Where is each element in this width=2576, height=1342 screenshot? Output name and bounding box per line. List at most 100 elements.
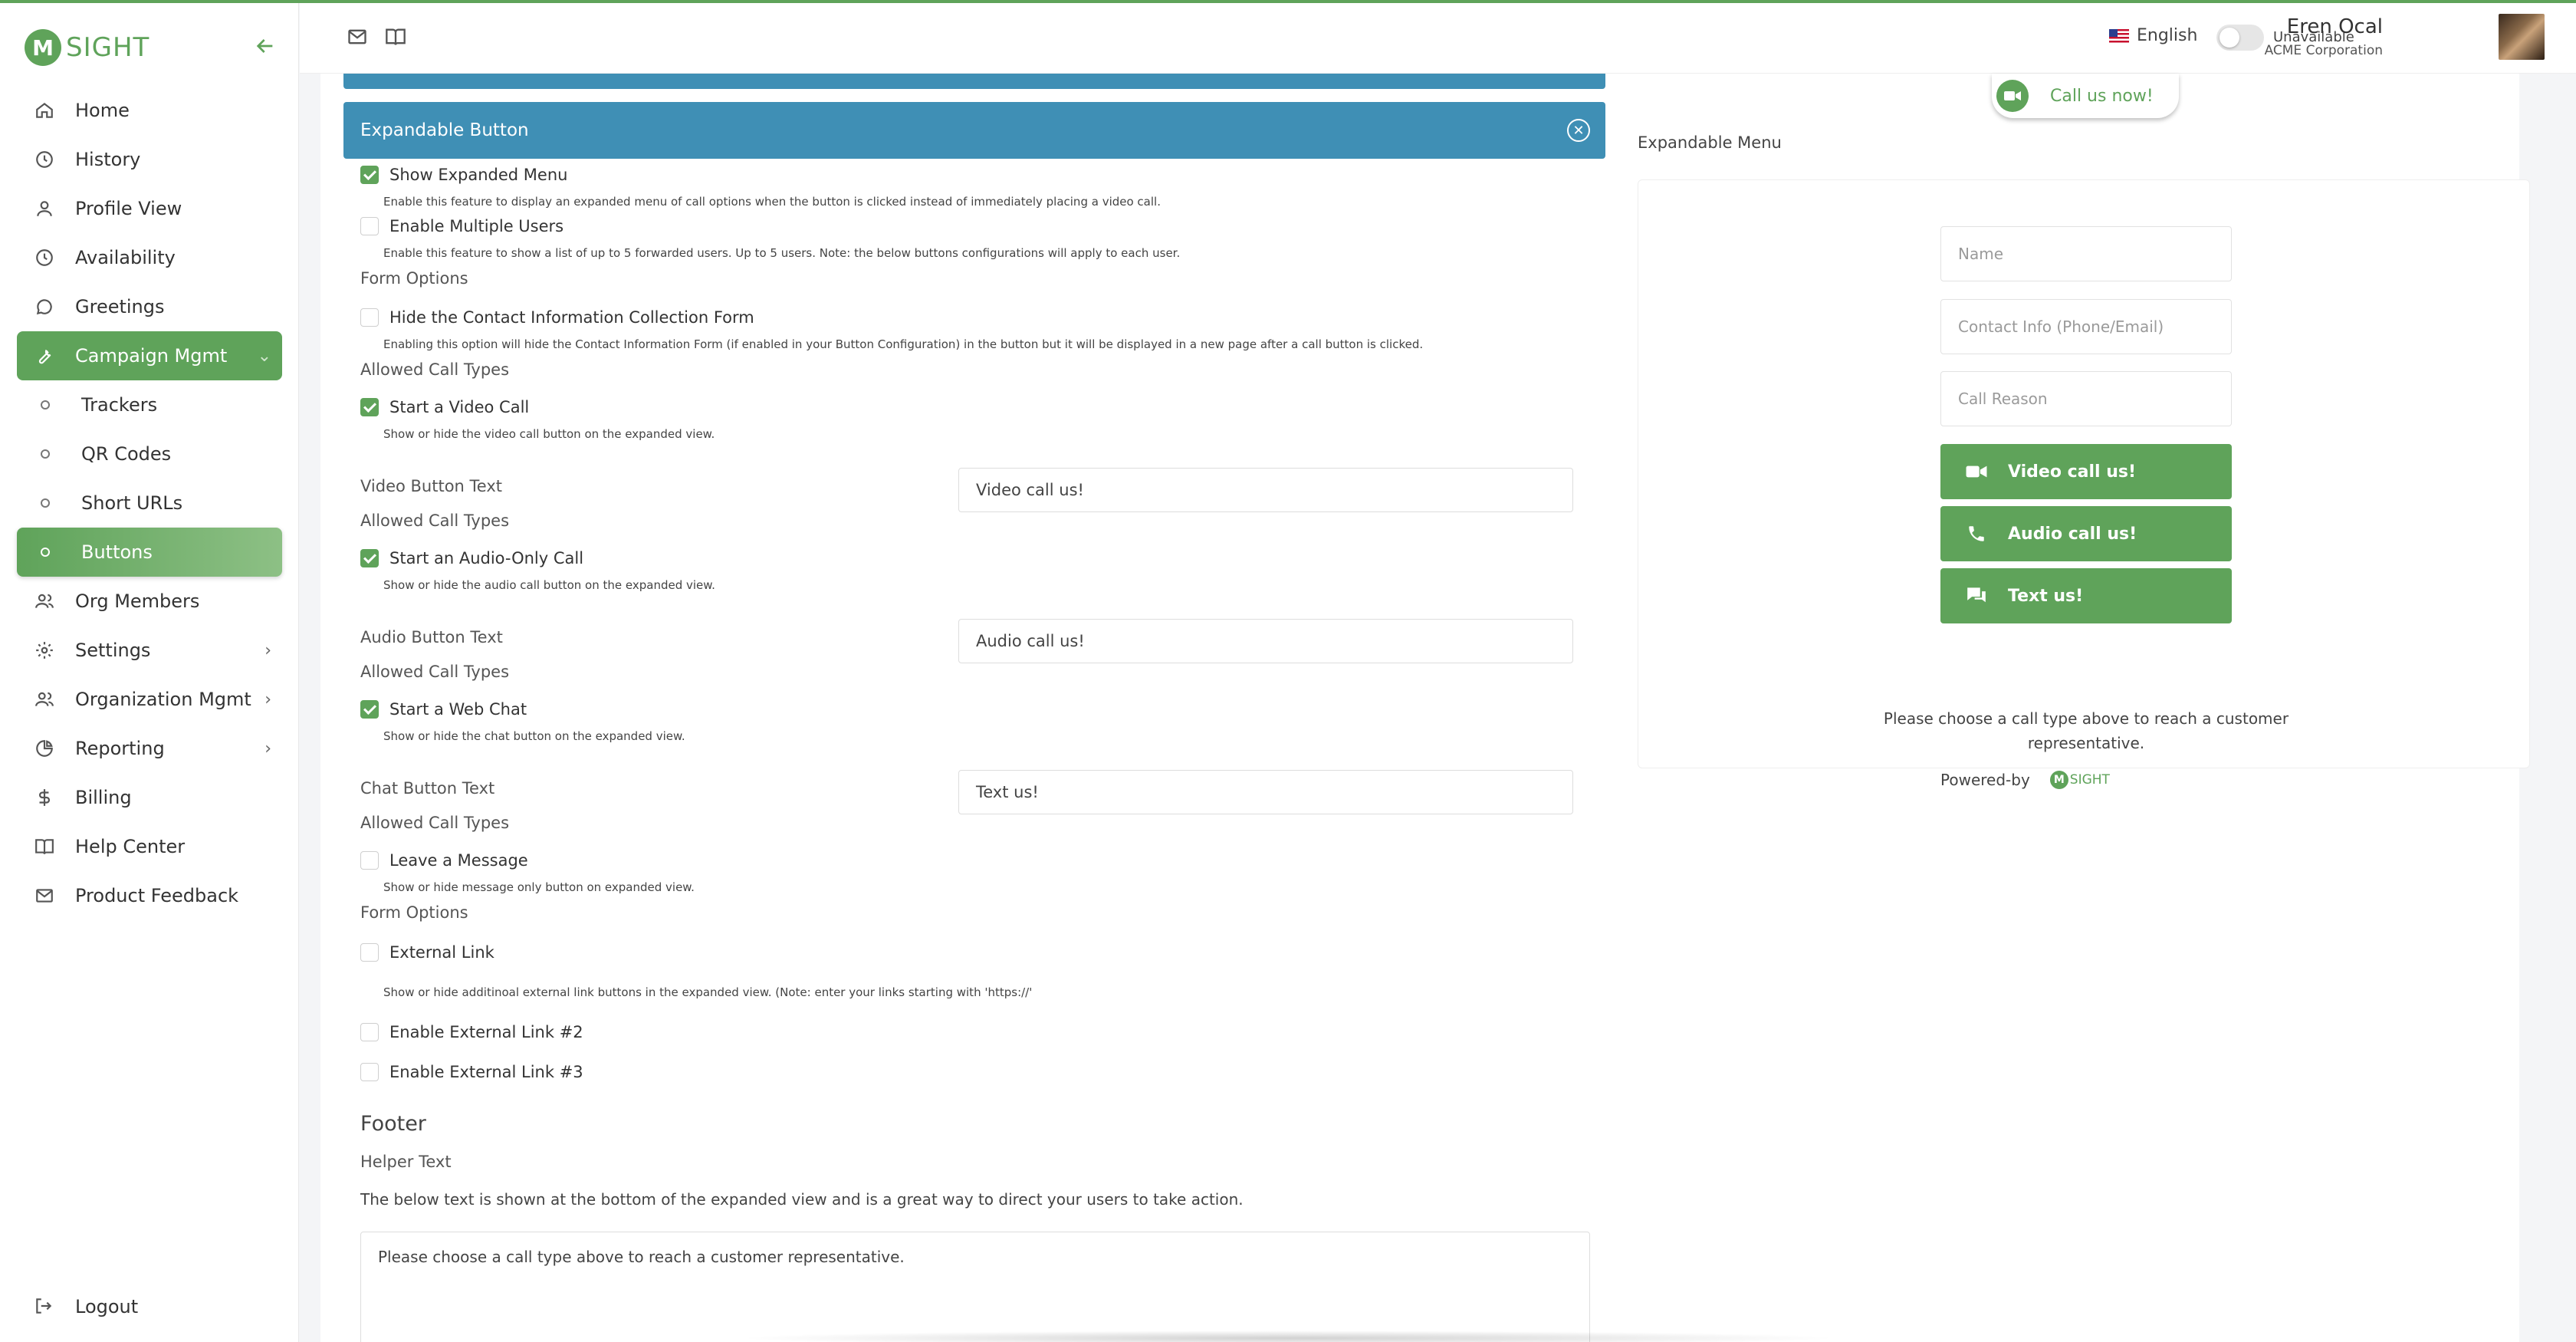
- sidebar-item-short-urls[interactable]: Short URLs: [17, 479, 282, 528]
- sidebar-item-campaign-mgmt[interactable]: Campaign Mgmt ⌄: [17, 331, 282, 380]
- language-selector[interactable]: English: [2109, 26, 2197, 45]
- external-link-3-checkbox[interactable]: Enable External Link #3: [360, 1063, 583, 1081]
- checkbox[interactable]: [360, 166, 379, 184]
- sidebar-item-label: Help Center: [75, 836, 186, 857]
- video-call-checkbox[interactable]: Start a Video Call: [360, 398, 529, 416]
- checkbox-label: Show Expanded Menu: [389, 166, 568, 184]
- checkbox[interactable]: [360, 398, 379, 416]
- checkbox[interactable]: [360, 1023, 379, 1041]
- app-logo[interactable]: M SIGHT: [25, 29, 150, 66]
- video-camera-icon: [1963, 462, 1990, 481]
- scroll-shadow: [736, 1330, 1840, 1342]
- video-call-button[interactable]: Video call us!: [1940, 444, 2232, 499]
- field-label: Chat Button Text: [360, 779, 495, 798]
- show-expanded-menu-checkbox[interactable]: Show Expanded Menu: [360, 166, 567, 184]
- name-field[interactable]: Name: [1940, 226, 2232, 281]
- checkbox[interactable]: [360, 1063, 379, 1081]
- checkbox-label: Enable External Link #2: [389, 1023, 583, 1041]
- leave-message-checkbox[interactable]: Leave a Message: [360, 851, 528, 870]
- text-chat-button[interactable]: Text us!: [1940, 568, 2232, 623]
- sidebar-item-label: Short URLs: [81, 492, 183, 514]
- checkbox-label: External Link: [389, 943, 495, 962]
- expandable-menu-label: Expandable Menu: [1638, 133, 1782, 152]
- sidebar-item-label: Campaign Mgmt: [75, 345, 228, 367]
- avatar[interactable]: [2499, 14, 2545, 60]
- audio-button-text-input[interactable]: Audio call us!: [958, 619, 1573, 663]
- sidebar-item-organization-mgmt[interactable]: Organization Mgmt ›: [17, 675, 282, 724]
- field-label: Video Button Text: [360, 477, 503, 495]
- video-button-text-input[interactable]: Video call us!: [958, 468, 1573, 512]
- sidebar-item-greetings[interactable]: Greetings: [17, 282, 282, 331]
- helper-text-description: The below text is shown at the bottom of…: [360, 1190, 1244, 1209]
- sight-logo: M SIGHT: [2049, 771, 2110, 789]
- circle-icon: [41, 449, 50, 459]
- external-link-checkbox[interactable]: External Link: [360, 943, 495, 962]
- chevron-right-icon: ›: [264, 641, 271, 660]
- checkbox[interactable]: [360, 549, 379, 567]
- sidebar-item-buttons[interactable]: Buttons: [17, 528, 282, 577]
- sidebar-item-qr-codes[interactable]: QR Codes: [17, 429, 282, 479]
- chat-button-text-input[interactable]: Text us!: [958, 770, 1573, 814]
- audio-call-button[interactable]: Audio call us!: [1940, 506, 2232, 561]
- video-camera-icon: [1996, 80, 2029, 112]
- checkbox[interactable]: [360, 308, 379, 327]
- expandable-button-header[interactable]: Expandable Button ✕: [343, 102, 1605, 159]
- sidebar-item-label: Billing: [75, 787, 132, 808]
- checkbox[interactable]: [360, 851, 379, 870]
- sidebar-item-trackers[interactable]: Trackers: [17, 380, 282, 429]
- panel-title: Expandable Button: [360, 120, 529, 140]
- sidebar-item-history[interactable]: History: [17, 135, 282, 184]
- sidebar-item-profile-view[interactable]: Profile View: [17, 184, 282, 233]
- previous-panel-header: [343, 74, 1605, 89]
- collapse-sidebar-button[interactable]: [253, 34, 278, 58]
- us-flag-icon: [2109, 28, 2129, 43]
- help-text: Show or hide message only button on expa…: [383, 880, 695, 894]
- field-label: Audio Button Text: [360, 628, 503, 646]
- enable-multiple-users-checkbox[interactable]: Enable Multiple Users: [360, 217, 564, 235]
- sidebar-item-settings[interactable]: Settings ›: [17, 626, 282, 675]
- sidebar-item-availability[interactable]: Availability: [17, 233, 282, 282]
- web-chat-checkbox[interactable]: Start a Web Chat: [360, 700, 527, 719]
- sidebar-item-billing[interactable]: Billing: [17, 773, 282, 822]
- section-label: Form Options: [360, 903, 468, 922]
- helper-text-label: Helper Text: [360, 1153, 452, 1171]
- checkbox-label: Start a Video Call: [389, 398, 530, 416]
- availability-toggle[interactable]: [2216, 25, 2264, 51]
- circle-icon: [41, 400, 50, 410]
- sidebar-item-product-feedback[interactable]: Product Feedback: [17, 871, 282, 920]
- sidebar-item-label: Profile View: [75, 198, 182, 219]
- audio-call-checkbox[interactable]: Start an Audio-Only Call: [360, 549, 583, 567]
- call-us-now-button[interactable]: Call us now!: [1992, 74, 2179, 118]
- sidebar-item-help-center[interactable]: Help Center: [17, 822, 282, 871]
- circle-icon: [41, 548, 50, 557]
- help-text: Show or hide the chat button on the expa…: [383, 729, 685, 743]
- footer-heading: Footer: [360, 1112, 426, 1136]
- logo-text: SIGHT: [2069, 772, 2110, 788]
- help-text: Enable this feature to show a list of up…: [383, 246, 1181, 260]
- contact-info-field[interactable]: Contact Info (Phone/Email): [1940, 299, 2232, 354]
- sidebar-item-reporting[interactable]: Reporting ›: [17, 724, 282, 773]
- section-label: Allowed Call Types: [360, 511, 510, 530]
- help-docs-button[interactable]: [384, 26, 409, 49]
- section-label: Allowed Call Types: [360, 663, 510, 681]
- logout-button[interactable]: Logout: [34, 1296, 138, 1317]
- help-text: Show or hide additinoal external link bu…: [383, 985, 1033, 999]
- hide-contact-form-checkbox[interactable]: Hide the Contact Information Collection …: [360, 308, 754, 327]
- sidebar-item-label: Trackers: [81, 394, 158, 416]
- checkbox[interactable]: [360, 217, 379, 235]
- sidebar-nav: Home History Profile View Availability G…: [17, 86, 282, 920]
- user-icon: [34, 198, 55, 219]
- checkbox[interactable]: [360, 943, 379, 962]
- sidebar-item-home[interactable]: Home: [17, 86, 282, 135]
- book-icon: [386, 28, 406, 45]
- powered-by-label: Powered-by: [1940, 771, 2030, 789]
- clock-icon: [34, 149, 55, 170]
- mail-icon: [34, 885, 55, 906]
- checkbox[interactable]: [360, 700, 379, 719]
- close-icon[interactable]: ✕: [1567, 119, 1590, 142]
- sidebar-item-org-members[interactable]: Org Members: [17, 577, 282, 626]
- mail-button[interactable]: [346, 26, 370, 49]
- external-link-2-checkbox[interactable]: Enable External Link #2: [360, 1023, 583, 1041]
- helper-text-textarea[interactable]: Please choose a call type above to reach…: [360, 1232, 1590, 1342]
- call-reason-field[interactable]: Call Reason: [1940, 371, 2232, 426]
